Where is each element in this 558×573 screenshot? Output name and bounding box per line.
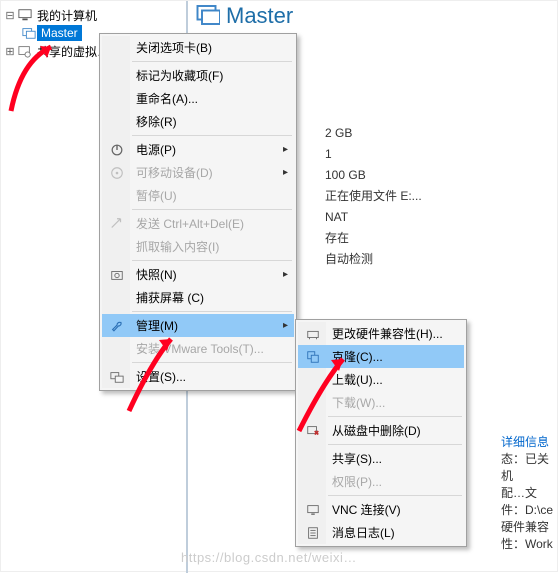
log-icon: [302, 521, 324, 544]
info-net: NAT: [325, 207, 422, 228]
tree-root-label: 我的计算机: [33, 6, 101, 25]
disc-icon: [106, 161, 128, 184]
info-cd: 正在使用文件 E:...: [325, 186, 422, 207]
menu-remove[interactable]: 移除(R): [102, 110, 294, 133]
submenu-clone[interactable]: 克隆(C)...: [298, 345, 464, 368]
submenu-msglog[interactable]: 消息日志(L): [298, 521, 464, 544]
footer-line2: 配…文件：D:\ce: [501, 485, 557, 519]
menu-manage[interactable]: 管理(M): [102, 314, 294, 337]
info-disk: 100 GB: [325, 165, 422, 186]
vm-big-icon: [196, 3, 220, 30]
vnc-icon: [302, 498, 324, 521]
menu-power[interactable]: 电源(P): [102, 138, 294, 161]
submenu-permissions: 权限(P)...: [298, 470, 464, 493]
info-cpu: 1: [325, 144, 422, 165]
details-link[interactable]: 详细信息: [501, 434, 557, 451]
send-icon: [106, 212, 128, 235]
context-menu-main: 关闭选项卡(B) 标记为收藏项(F) 重命名(A)... 移除(R) 电源(P)…: [99, 33, 297, 391]
info-mem: 2 GB: [325, 123, 422, 144]
tree-toggle-minus[interactable]: ⊟: [3, 9, 17, 22]
submenu-share[interactable]: 共享(S)...: [298, 447, 464, 470]
submenu-vnc[interactable]: VNC 连接(V): [298, 498, 464, 521]
menu-snapshot[interactable]: 快照(N): [102, 263, 294, 286]
menu-rename[interactable]: 重命名(A)...: [102, 87, 294, 110]
shared-icon: [17, 43, 33, 59]
delete-icon: [302, 419, 324, 442]
menu-pause: 暂停(U): [102, 184, 294, 207]
wrench-icon: [106, 314, 128, 337]
menu-install-tools: 安装 VMware Tools(T)...: [102, 337, 294, 360]
submenu-change-hw[interactable]: 更改硬件兼容性(H)...: [298, 322, 464, 345]
menu-settings[interactable]: 设置(S)...: [102, 365, 294, 388]
tree-root-row[interactable]: ⊟ 我的计算机: [1, 6, 186, 24]
main-area: Master: [188, 1, 557, 31]
info-display: 自动检测: [325, 249, 422, 270]
settings-icon: [106, 365, 128, 388]
menu-favorite[interactable]: 标记为收藏项(F): [102, 64, 294, 87]
context-menu-manage: 更改硬件兼容性(H)... 克隆(C)... 上载(U)... 下载(W)...…: [295, 319, 467, 547]
power-icon: [106, 138, 128, 161]
tree-vm-label: Master: [37, 25, 82, 41]
footer-info: 详细信息 态：已关机 配…文件：D:\ce 硬件兼容性：Work: [501, 434, 557, 553]
submenu-upload[interactable]: 上载(U)...: [298, 368, 464, 391]
footer-line1: 态：已关机: [501, 451, 557, 485]
tree-toggle-plus[interactable]: ⊞: [3, 45, 17, 58]
vm-icon: [21, 25, 37, 41]
clone-icon: [302, 345, 324, 368]
menu-capture[interactable]: 捕获屏幕 (C): [102, 286, 294, 309]
vm-header: Master: [196, 1, 557, 31]
watermark: https://blog.csdn.net/weixi…: [181, 550, 357, 565]
footer-line3: 硬件兼容性：Work: [501, 519, 557, 553]
vm-title: Master: [226, 3, 293, 29]
menu-send-cad: 发送 Ctrl+Alt+Del(E): [102, 212, 294, 235]
submenu-delete-disk[interactable]: 从磁盘中删除(D): [298, 419, 464, 442]
menu-close-tab[interactable]: 关闭选项卡(B): [102, 36, 294, 59]
menu-grab-input: 抓取输入内容(I): [102, 235, 294, 258]
hw-icon: [302, 322, 324, 345]
menu-removable: 可移动设备(D): [102, 161, 294, 184]
vm-info-block: 2 GB 1 100 GB 正在使用文件 E:... NAT 存在 自动检测: [325, 123, 422, 270]
info-usb: 存在: [325, 228, 422, 249]
snapshot-icon: [106, 263, 128, 286]
submenu-download: 下载(W)...: [298, 391, 464, 414]
computer-icon: [17, 7, 33, 23]
